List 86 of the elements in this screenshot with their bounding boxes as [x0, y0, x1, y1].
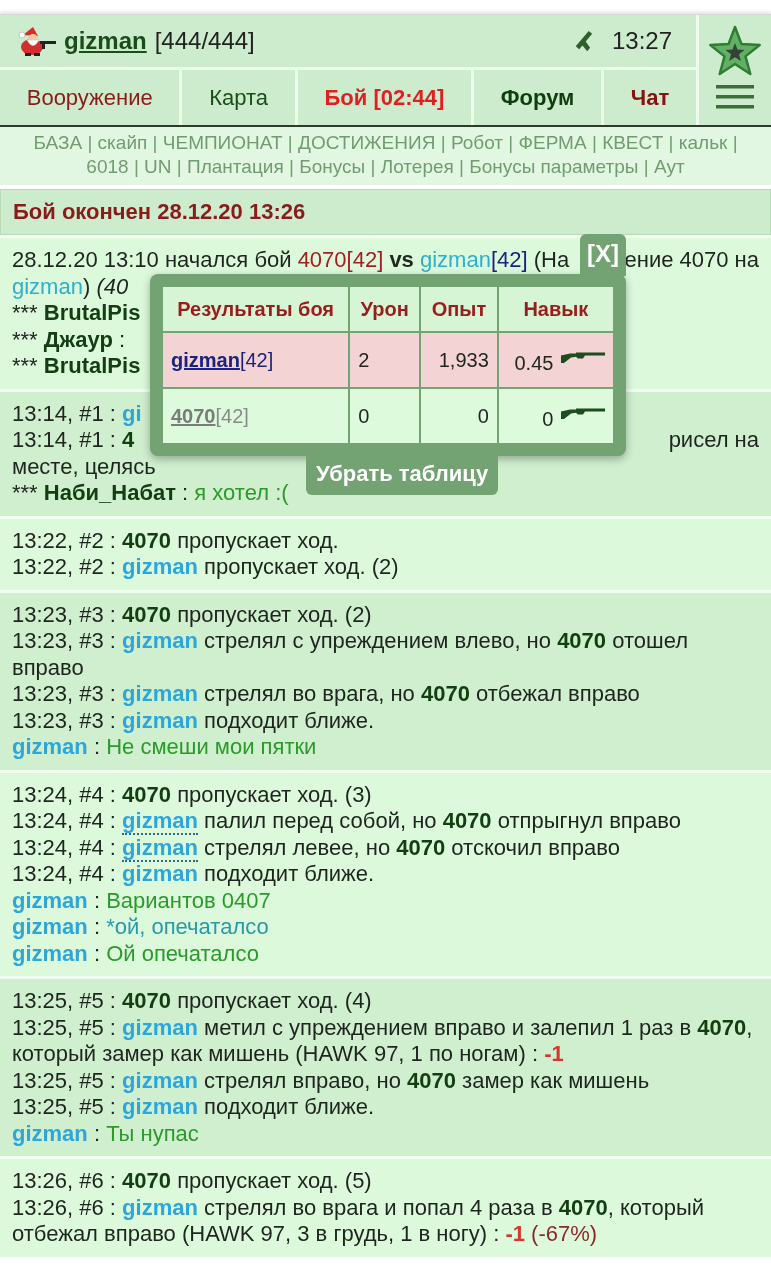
log-line: 13:22, #2 : 4070 пропускает ход. [12, 527, 339, 554]
link-separator: | [440, 132, 446, 153]
log-line: gizman : Вариантов 0407 [12, 887, 271, 914]
log-line: 13:23, #3 : gizman подходит ближе. [12, 707, 375, 734]
clock-time: 13:27 [611, 27, 672, 55]
log-line-fragment: 28.12.20 13:10 начался бой 4070[42] vs gizman[42] (На [12, 247, 570, 274]
player-link[interactable]: 4070 [171, 404, 216, 427]
hide-table-button[interactable]: Убрать таблицу [306, 456, 499, 495]
skill-value: 0 [542, 407, 554, 430]
link-separator: | [732, 132, 738, 153]
nav-tab[interactable]: Карта [182, 70, 298, 125]
link-separator: | [176, 156, 182, 177]
log-line: 13:25, #5 : 4070 пропускает ход. (4) [12, 988, 372, 1015]
nav-link[interactable]: Плантация [187, 156, 284, 177]
link-separator: | [87, 132, 93, 153]
log-line: *** BrutalPis [12, 353, 141, 380]
link-separator: | [643, 156, 649, 177]
table-cell: 0 [349, 388, 421, 444]
log-line: *** Джаур : [12, 326, 126, 353]
nav-link[interactable]: ЧЕМПИОНАТ [162, 132, 283, 153]
nav-tab[interactable]: Бой [02:44] [297, 70, 475, 125]
log-line: 13:26, #6 : gizman стрелял во врага и попал 4 раза в 4070, который отбежал вправо (HAWK 97, 3 в грудь, 1 в ногу) : -1 (-67%) [12, 1194, 705, 1248]
nav-tab[interactable]: Вооружение [0, 70, 183, 125]
log-line-fragment: рисел на [668, 427, 759, 454]
log-line: 13:23, #3 : 4070 пропускает ход. (2) [12, 601, 372, 628]
log-line-fragment: 13:14, #1 : 4 [12, 427, 135, 454]
table-cell: 0 [420, 388, 498, 444]
link-separator: | [591, 132, 597, 153]
nav-link[interactable]: КВЕСТ [602, 132, 664, 153]
log-line: gizman : Ой опечаталсо [12, 940, 259, 967]
log-line: 13:24, #4 : 4070 пропускает ход. (3) [12, 781, 372, 808]
nav-link[interactable]: БАЗА [33, 132, 83, 153]
battle-title: Бой окончен 28.12.20 13:26 [0, 189, 771, 235]
player-rank: [42] [239, 348, 274, 371]
nav-link[interactable]: Бонусы [299, 156, 366, 177]
link-separator: | [133, 156, 139, 177]
health-text: [444/444] [154, 27, 255, 55]
log-line: 13:25, #5 : gizman стрелял вправо, но 4070 замер как мишень [12, 1067, 650, 1094]
log-line: *** BrutalPis [12, 300, 141, 327]
menu-icon[interactable] [716, 85, 754, 109]
log-line: 13:25, #5 : gizman подходит ближе. [12, 1094, 375, 1121]
link-separator: | [152, 132, 158, 153]
nav-link[interactable]: UN [144, 156, 172, 177]
star-icon[interactable] [707, 25, 763, 77]
nav-link[interactable]: Аут [654, 156, 685, 177]
log-line: 13:24, #4 : gizman палил перед собой, но 4070 отпрыгнул вправо [12, 808, 681, 835]
log-line: 13:14, #1 : gi [12, 400, 142, 427]
link-separator: | [459, 156, 465, 177]
nav-link[interactable]: 6018 [86, 156, 129, 177]
log-line: gizman : Не смеши мои пятки [12, 734, 317, 761]
close-button[interactable]: [X] [580, 234, 626, 276]
player-link[interactable]: gizman [171, 348, 240, 371]
rifle-icon [561, 351, 605, 364]
log-line: *** Наби_Набат : я хотел :( [12, 480, 289, 507]
player-rank: [42] [215, 404, 249, 427]
nav-link[interactable]: Робот [450, 132, 504, 153]
link-separator: | [370, 156, 376, 177]
nav-tab[interactable]: Форум [474, 70, 605, 125]
nav-link[interactable]: скайп [97, 132, 148, 153]
log-line-fragment: ение 4070 на [624, 247, 759, 274]
log-line: 13:24, #4 : gizman подходит ближе. [12, 861, 375, 888]
log-line: 13:24, #4 : gizman стрелял левее, но 4070 отскочил вправо [12, 834, 620, 861]
table-header-cell: Урон [349, 286, 421, 332]
log-line: gizman : *ой, опечаталсо [12, 914, 269, 941]
link-separator: | [508, 132, 514, 153]
nav-link[interactable]: кальк [678, 132, 728, 153]
nav-link[interactable]: ФЕРМА [518, 132, 587, 153]
link-separator: | [287, 132, 293, 153]
link-separator: | [668, 132, 674, 153]
table-header-cell: Результаты боя [162, 286, 350, 332]
table-header-cell: Опыт [420, 286, 498, 332]
log-line: 13:26, #6 : 4070 пропускает ход. (5) [12, 1168, 372, 1195]
nav-link[interactable]: Лотерея [380, 156, 454, 177]
log-line: 13:25, #5 : gizman метил с упреждением вправо и залепил 1 раз в 4070, который замер как мишень (HAWK 97, 1 по ногам) : -1 [12, 1014, 754, 1068]
rifle-icon [561, 407, 605, 420]
nav-link[interactable]: Бонусы параметры [469, 156, 639, 177]
nav-link[interactable]: ДОСТИЖЕНИЯ [298, 132, 436, 153]
log-line: gizman : Ты нупас [12, 1120, 199, 1147]
skill-value: 0.45 [514, 351, 554, 374]
username-link[interactable]: gizman [64, 27, 147, 55]
log-line: 13:22, #2 : gizman пропускает ход. (2) [12, 554, 399, 581]
log-line: месте, целясь [12, 453, 156, 480]
link-separator: | [289, 156, 294, 177]
log-line: 13:23, #3 : gizman стрелял во врага, но 4070 отбежал вправо [12, 681, 640, 708]
table-header-cell: Навык [497, 286, 614, 332]
log-line: gizman) (40 [12, 273, 129, 300]
